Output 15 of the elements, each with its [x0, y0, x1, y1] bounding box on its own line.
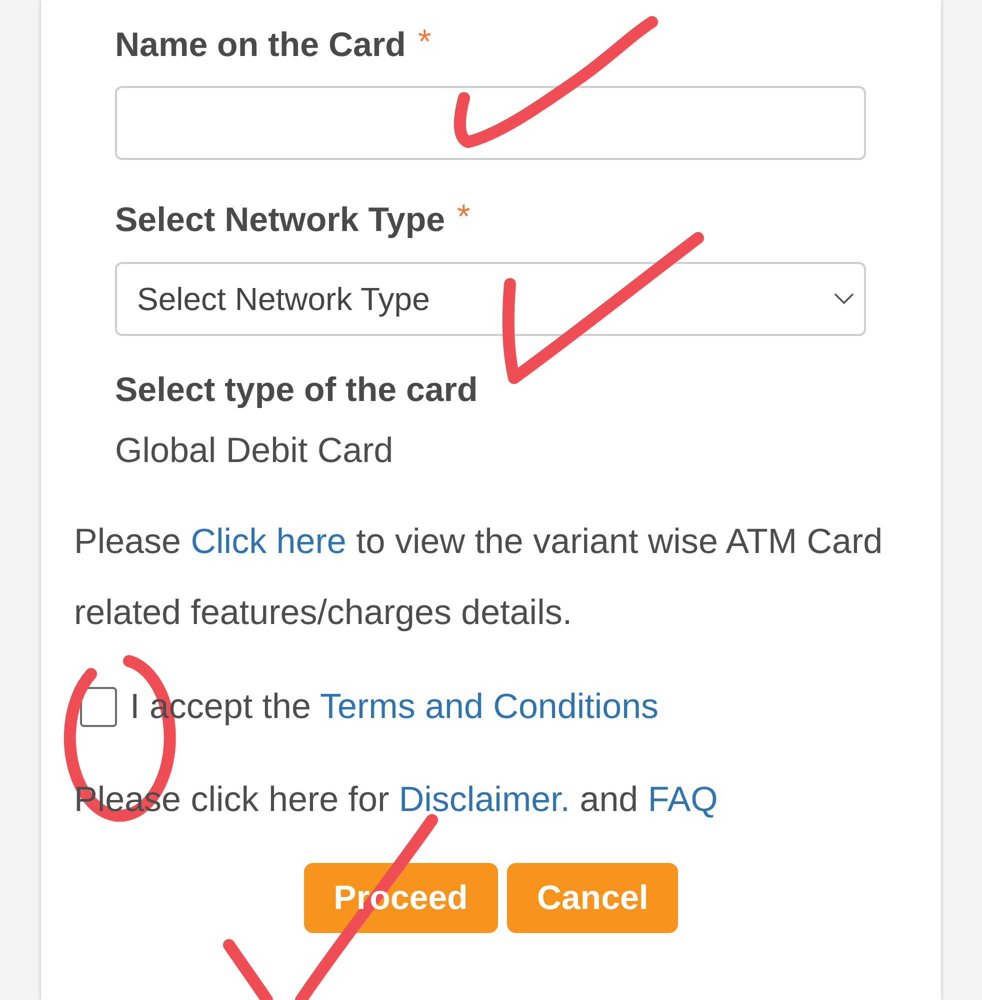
- required-asterisk: *: [418, 25, 432, 59]
- required-asterisk: *: [457, 200, 470, 234]
- faq-link[interactable]: FAQ: [648, 780, 718, 820]
- variant-info-text: Please Click here to view the variant wise ATM Card related features/charges details.: [74, 521, 884, 634]
- field-label: Select Network Type: [115, 200, 446, 241]
- field-label: Name on the Card: [115, 25, 406, 66]
- variant-details-link[interactable]: Click here: [190, 522, 346, 562]
- network-type-select[interactable]: Select Network Type: [115, 262, 866, 336]
- chevron-down-icon: [834, 292, 854, 304]
- terms-link[interactable]: Terms and Conditions: [320, 687, 659, 726]
- name-input-field[interactable]: [115, 86, 866, 160]
- field-label: Select type of the card: [115, 370, 478, 410]
- disclaimer-link[interactable]: Disclaimer.: [398, 780, 570, 820]
- terms-checkbox[interactable]: [80, 687, 117, 728]
- card-type-value: Global Debit Card: [115, 430, 394, 472]
